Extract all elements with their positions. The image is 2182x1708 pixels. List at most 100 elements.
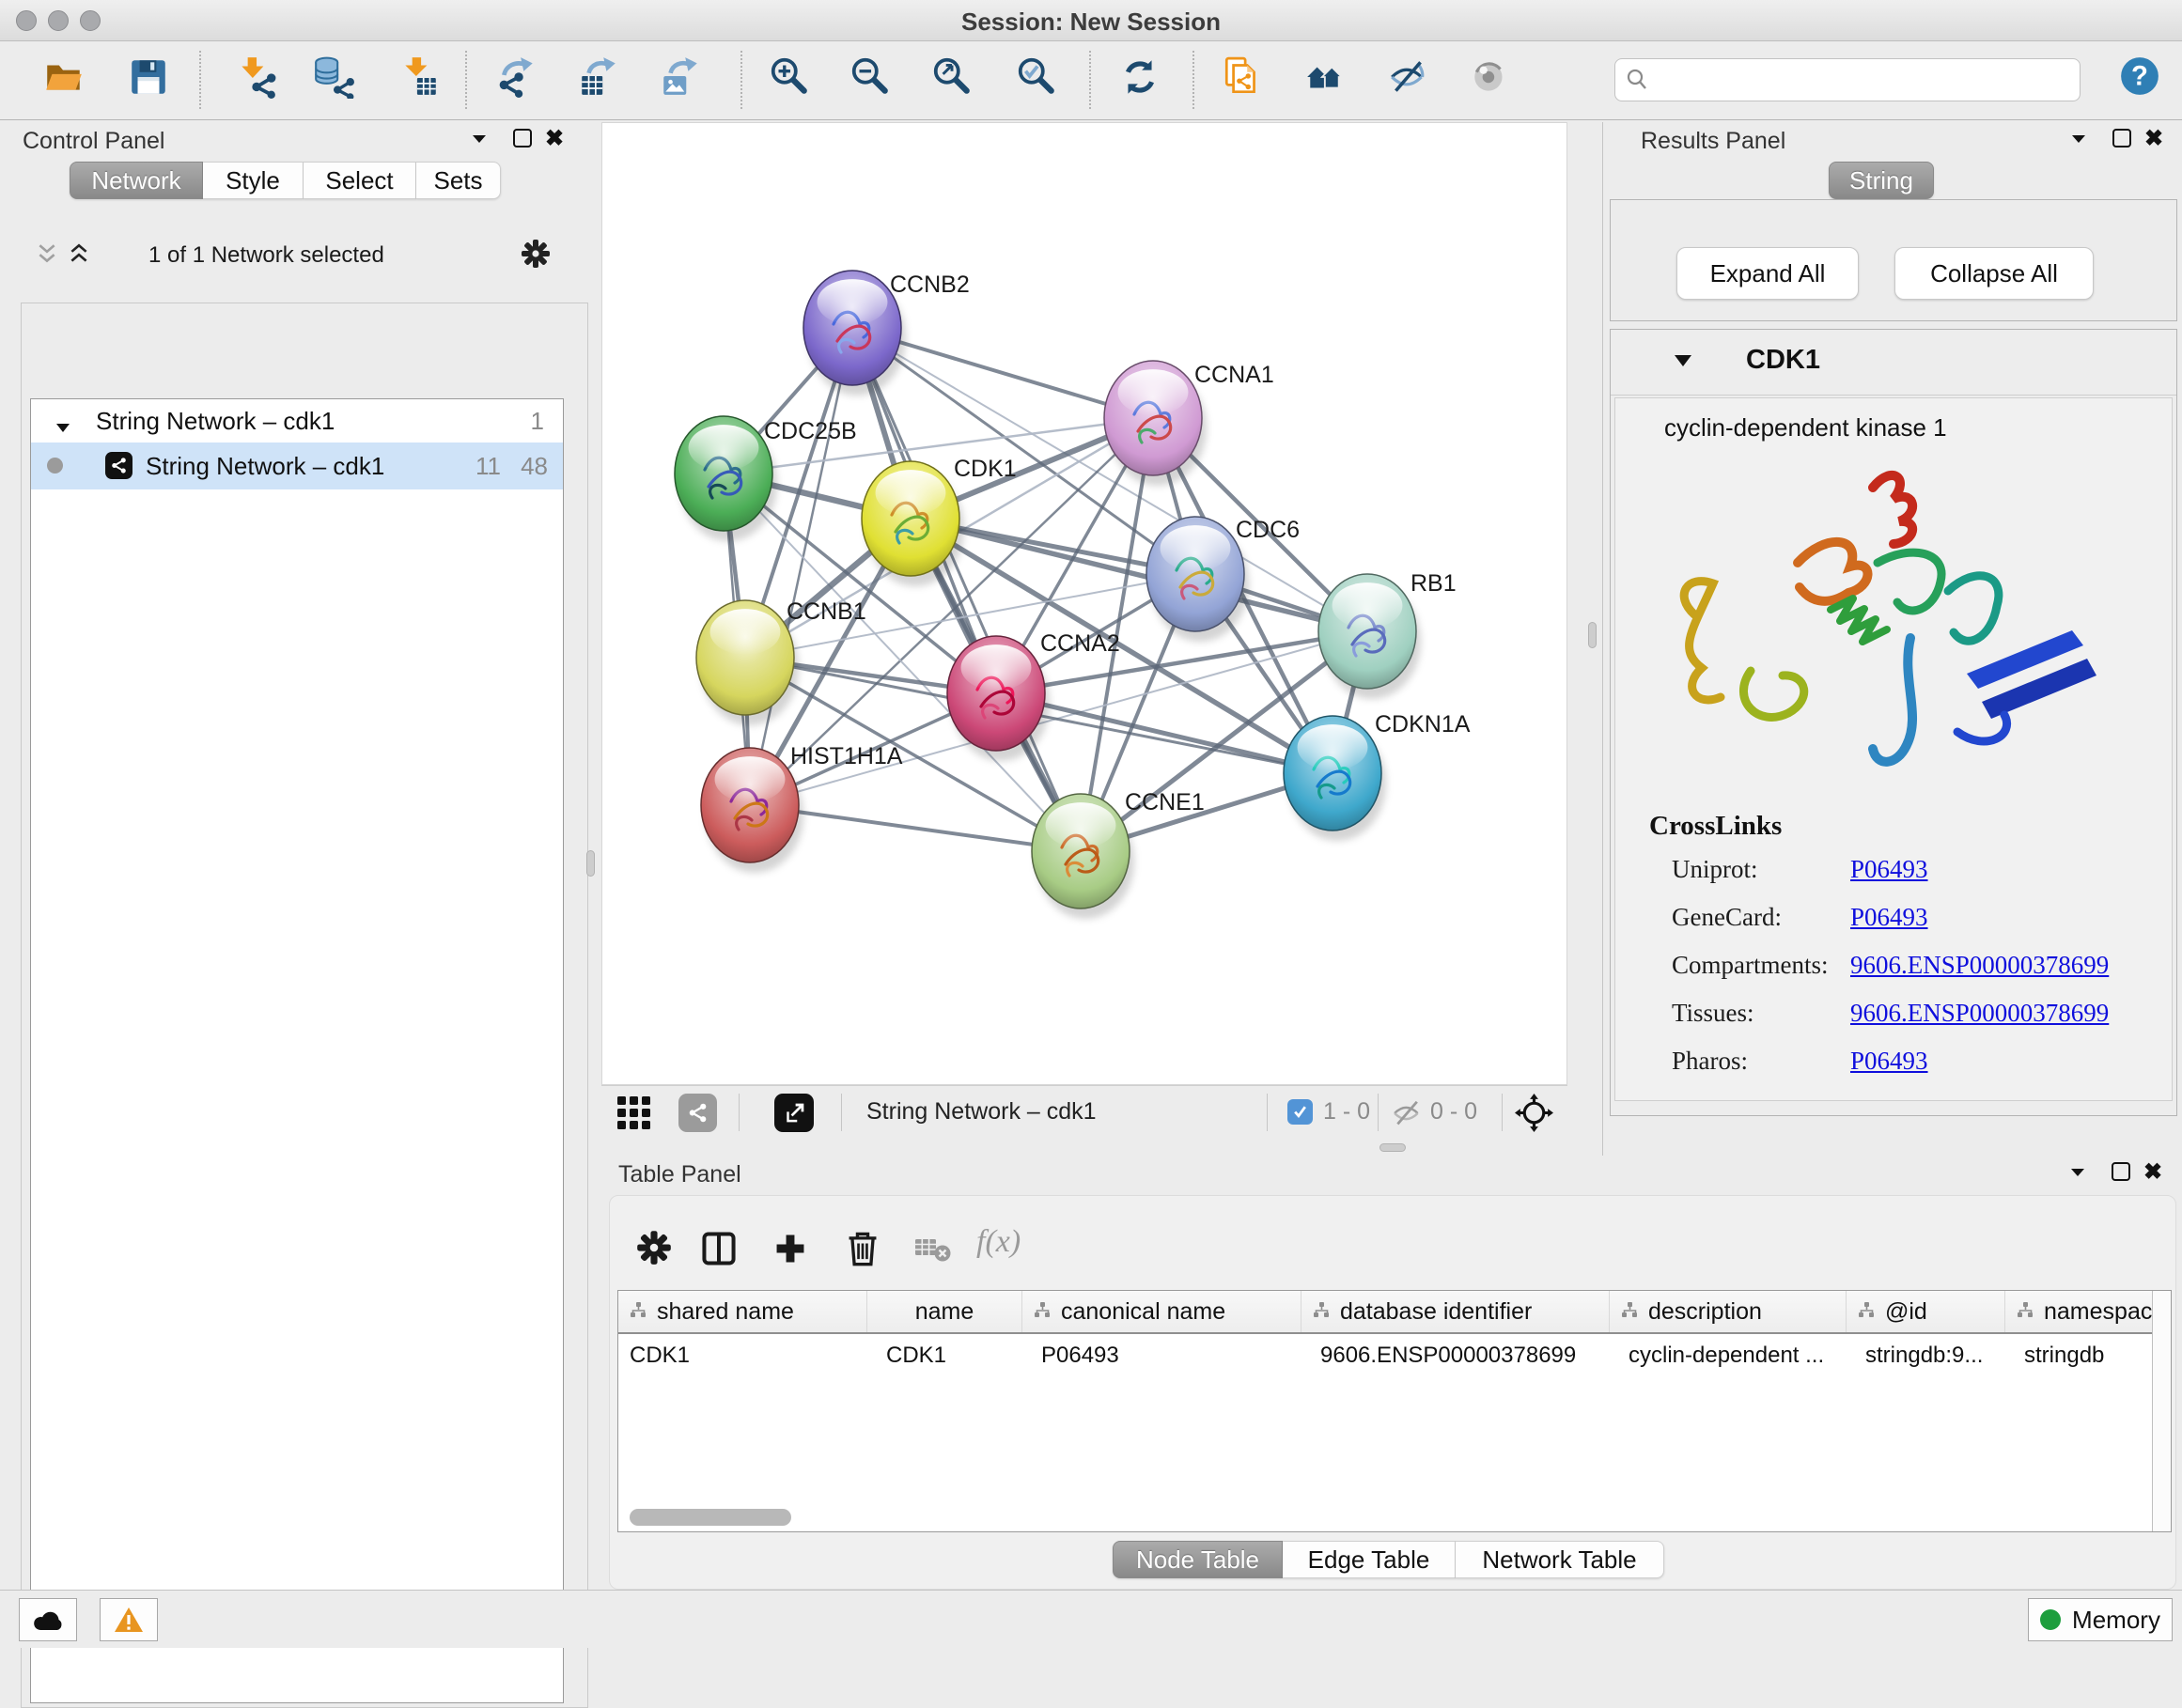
import-network-database-icon[interactable] [312,55,355,99]
import-string-network-icon[interactable] [1221,55,1264,99]
table-settings-gear-icon[interactable] [636,1230,674,1267]
tab-edge-table[interactable]: Edge Table [1283,1541,1456,1578]
left-splitter-handle[interactable] [586,850,595,877]
edge-CCNB2-CCNE1[interactable] [852,328,1081,851]
table-cell-@id[interactable]: stringdb:9... [1847,1334,2005,1377]
network-canvas[interactable]: CCNB2CCNA1CDC25BCDK1CDC6RB1CCNB1CCNA2CDK… [601,122,1567,1085]
node-CCNA1[interactable] [1104,361,1207,486]
tab-style[interactable]: Style [203,162,304,199]
help-icon[interactable]: ? [2118,54,2161,98]
network-tree-child-row[interactable]: String Network – cdk1 11 48 [31,443,563,489]
export-image-icon[interactable] [659,55,702,99]
crosslink-value-link[interactable]: 9606.ENSP00000378699 [1850,999,2109,1028]
node-CDC25B[interactable] [675,416,777,541]
memory-button[interactable]: Memory [2028,1598,2173,1641]
collapse-all-tree-icon[interactable] [36,242,58,270]
expand-all-tree-icon[interactable] [68,242,90,270]
crosslinks-list: Uniprot:P06493GeneCard:P06493Compartment… [1615,846,2172,1085]
table-cell-shared-name[interactable]: CDK1 [618,1334,867,1377]
table-cell-description[interactable]: cyclin-dependent ... [1610,1334,1847,1377]
open-in-new-window-icon[interactable] [774,1094,814,1132]
column-header-name[interactable]: name [867,1291,1022,1332]
panel-close-icon[interactable]: ✖ [2144,125,2163,152]
table-cell-name[interactable]: CDK1 [867,1334,1022,1377]
eye-slash-icon[interactable] [1387,55,1430,99]
save-session-icon[interactable] [127,55,170,99]
fit-selection-crosshair-icon[interactable] [1515,1094,1553,1137]
tree-expander-icon[interactable] [55,412,70,442]
open-session-icon[interactable] [42,55,86,99]
node-RB1[interactable] [1318,574,1421,699]
table-row[interactable]: CDK1CDK1P064939606.ENSP00000378699cyclin… [618,1334,2171,1377]
tab-node-table[interactable]: Node Table [1113,1541,1283,1578]
gene-section-header[interactable]: CDK1 [1611,330,2176,396]
warning-status-button[interactable] [100,1598,158,1641]
eye-icon[interactable] [1469,55,1512,99]
node-CDK1[interactable] [862,461,964,586]
panel-menu-icon[interactable] [2068,1163,2087,1187]
tab-select[interactable]: Select [304,162,416,199]
crosslink-value-link[interactable]: P06493 [1850,1047,1928,1076]
panel-float-icon[interactable] [513,129,532,148]
column-header-database-identifier[interactable]: database identifier [1301,1291,1610,1332]
show-columns-icon[interactable] [700,1230,738,1267]
node-HIST1H1A[interactable] [701,748,803,873]
column-header-shared-name[interactable]: shared name [618,1291,867,1332]
node-CCNB1[interactable] [696,600,799,725]
crosslink-value-link[interactable]: P06493 [1850,855,1928,884]
search-input[interactable] [1657,67,2070,93]
table-cell-canonical-name[interactable]: P06493 [1022,1334,1301,1377]
node-CDKN1A[interactable] [1284,716,1386,841]
zoom-fit-icon[interactable] [930,55,974,99]
toolbar-separator [739,1094,740,1131]
add-column-icon[interactable] [771,1230,809,1267]
expand-all-button[interactable]: Expand All [1676,247,1859,300]
column-header-label: shared name [657,1298,794,1326]
home-icon[interactable] [1304,55,1348,99]
column-header-description[interactable]: description [1610,1291,1847,1332]
crosslink-value-link[interactable]: P06493 [1850,903,1928,932]
table-horizontal-scrollbar[interactable] [630,1509,791,1526]
tab-network[interactable]: Network [70,162,203,199]
table-cell-database-identifier[interactable]: 9606.ENSP00000378699 [1301,1334,1610,1377]
column-header-@id[interactable]: @id [1847,1291,2005,1332]
collapse-all-button[interactable]: Collapse All [1894,247,2094,300]
right-splitter-handle[interactable] [1588,622,1597,648]
zoom-selected-icon[interactable] [1015,55,1058,99]
table-vertical-scrollbar[interactable] [2152,1291,2171,1531]
panel-close-icon[interactable]: ✖ [2143,1158,2162,1186]
toolbar-search[interactable] [1614,58,2081,101]
node-CCNE1[interactable] [1032,794,1134,919]
column-header-namespace[interactable]: namespace [2005,1291,2172,1332]
tab-network-table[interactable]: Network Table [1456,1541,1664,1578]
tab-sets[interactable]: Sets [416,162,501,199]
panel-menu-icon[interactable] [2069,130,2088,153]
refresh-layout-icon[interactable] [1118,55,1161,99]
zoom-out-icon[interactable] [849,55,892,99]
import-table-file-icon[interactable] [397,55,441,99]
grid-view-icon[interactable] [616,1095,651,1135]
cloud-status-button[interactable] [19,1598,77,1641]
section-collapse-icon[interactable] [1673,352,1693,374]
node-CDC6[interactable] [1146,517,1249,642]
panel-float-icon[interactable] [2112,1162,2130,1181]
export-network-icon[interactable] [496,55,539,99]
zoom-in-icon[interactable] [768,55,811,99]
panel-menu-icon[interactable] [470,130,489,153]
horizontal-splitter-handle[interactable] [1379,1143,1406,1152]
import-network-file-icon[interactable] [234,55,277,99]
table-cell-namespace[interactable]: stringdb [2005,1334,2172,1377]
hidden-eye-slash-icon[interactable] [1391,1096,1425,1135]
export-table-icon[interactable] [577,55,620,99]
panel-close-icon[interactable]: ✖ [545,125,564,152]
column-header-canonical-name[interactable]: canonical name [1022,1291,1301,1332]
gear-icon[interactable] [521,239,551,273]
delete-column-trash-icon[interactable] [845,1230,882,1267]
selected-checkbox-icon[interactable] [1287,1099,1313,1125]
node-CCNA2[interactable] [947,636,1050,761]
network-tree-root-row[interactable]: String Network – cdk1 1 [31,399,563,443]
panel-float-icon[interactable] [2112,129,2131,148]
results-tab-string[interactable]: String [1829,162,1934,199]
crosslink-value-link[interactable]: 9606.ENSP00000378699 [1850,951,2109,980]
network-share-view-icon[interactable] [678,1094,717,1132]
